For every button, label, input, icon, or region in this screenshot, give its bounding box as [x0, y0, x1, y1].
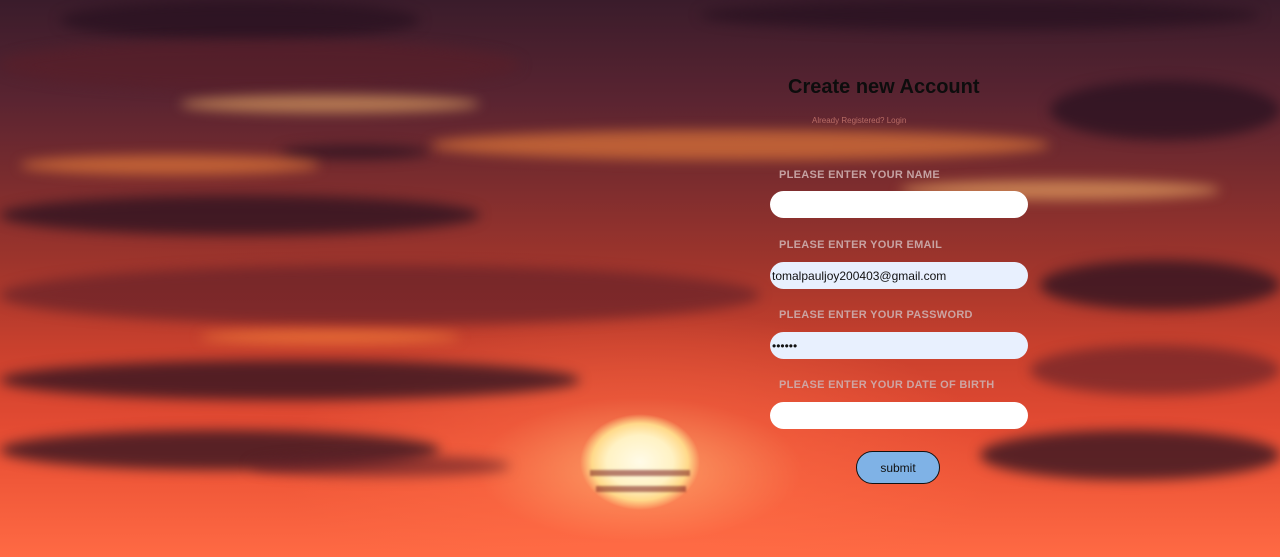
submit-button[interactable]: submit: [856, 451, 940, 484]
email-label: PLEASE ENTER YOUR EMAIL: [779, 239, 943, 251]
date-of-birth-label: PLEASE ENTER YOUR DATE OF BIRTH: [779, 379, 995, 391]
password-input[interactable]: [770, 332, 1028, 359]
email-input[interactable]: [770, 262, 1028, 289]
page-background: Create new Account Already Registered? L…: [0, 0, 1280, 557]
name-label: PLEASE ENTER YOUR NAME: [779, 169, 941, 181]
name-input[interactable]: [770, 191, 1028, 218]
password-label: PLEASE ENTER YOUR PASSWORD: [779, 309, 973, 321]
date-of-birth-input[interactable]: [770, 402, 1028, 429]
page-title: Create new Account: [788, 76, 980, 98]
login-link[interactable]: Already Registered? Login: [812, 116, 906, 125]
